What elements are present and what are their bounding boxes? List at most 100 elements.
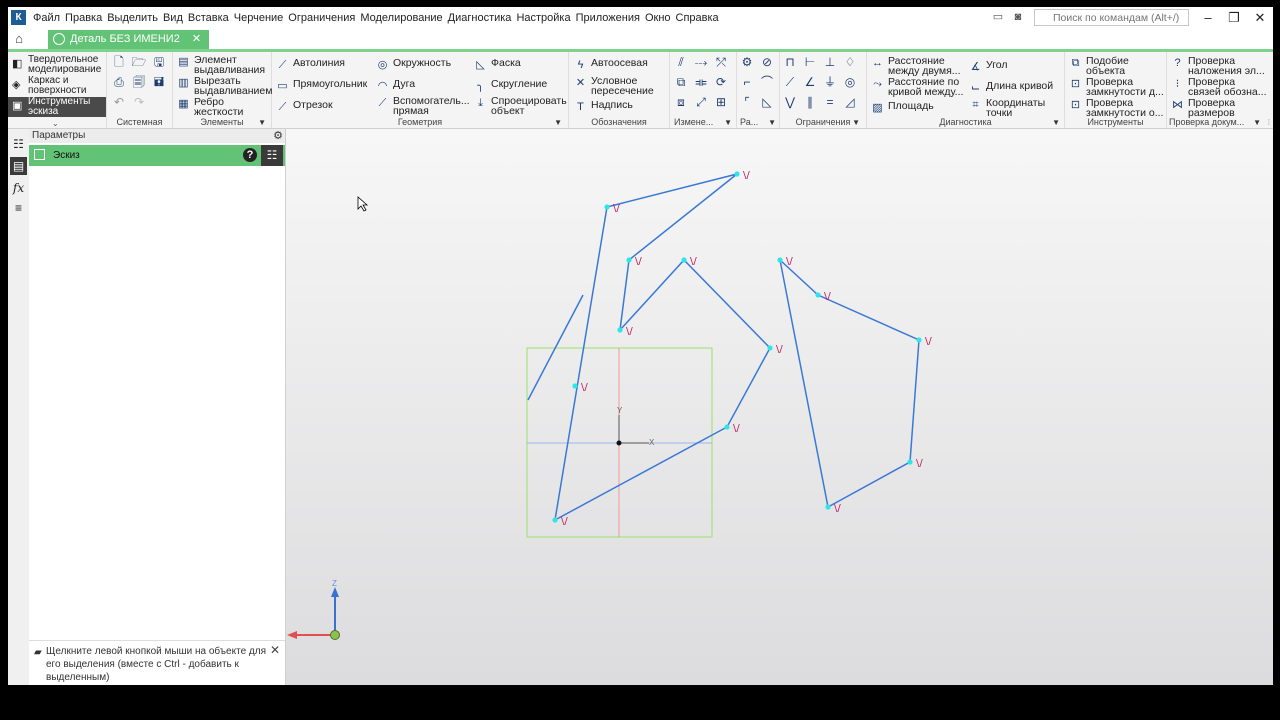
group-dropdown-icon[interactable]: ▼ xyxy=(258,118,266,127)
sketch-row[interactable]: Эскиз ? ☷ xyxy=(29,145,285,166)
circle-button[interactable]: ◎ Окружность xyxy=(376,58,451,72)
command-search-input[interactable] xyxy=(1034,9,1189,26)
rotate-icon[interactable]: ⟳ xyxy=(713,74,729,90)
tab-document[interactable]: Деталь БЕЗ ИМЕНИ2 ✕ xyxy=(48,30,210,49)
screenshot-icon[interactable]: ◙ xyxy=(1010,10,1026,24)
corner-icon[interactable]: ⌐ xyxy=(739,74,755,90)
construction-line-button[interactable]: ⟋ Вспомогатель... прямая xyxy=(376,96,470,116)
menu-item[interactable]: Диагностика xyxy=(448,7,517,29)
group-dropdown-icon[interactable]: ▼ xyxy=(768,118,776,127)
arc-button[interactable]: ◠ Дуга xyxy=(376,79,415,93)
angle-button[interactable]: ∡ Угол xyxy=(969,60,1008,74)
sketch-vertex-point[interactable] xyxy=(907,459,913,465)
new-file-icon[interactable]: 🗋 xyxy=(111,54,127,70)
curve-distance-button[interactable]: ⤳ Расстояние по кривой между... xyxy=(871,77,963,97)
chamfer-button[interactable]: ◺ Фаска xyxy=(474,58,520,72)
area-button[interactable]: ▨ Площадь xyxy=(871,101,933,115)
angle-icon[interactable]: ⌜ xyxy=(739,94,755,110)
sketch-vertex-point[interactable] xyxy=(681,257,687,263)
mode-wireframe-surfaces[interactable]: ◈ Каркас и поверхности xyxy=(8,76,106,96)
extrude-button[interactable]: ▤ Элемент выдавливания xyxy=(177,55,265,75)
sketch-vertex-point[interactable] xyxy=(777,257,783,263)
mirror-icon[interactable]: ⟚ xyxy=(693,74,709,90)
sketch-vertex-point[interactable] xyxy=(572,383,578,389)
sketch-vertex-point[interactable] xyxy=(617,327,623,333)
horizontal-icon[interactable]: ⊢ xyxy=(802,54,818,70)
group-dropdown-icon[interactable]: ▼ xyxy=(1052,118,1060,127)
sketch-vertex-point[interactable] xyxy=(552,517,558,523)
slope-icon[interactable]: ⟋ xyxy=(782,74,798,90)
object-similarity-button[interactable]: ⧉ Подобие объекта xyxy=(1069,56,1129,76)
conditional-intersection-button[interactable]: ✕ Условное пересечение xyxy=(574,76,654,96)
preview-icon[interactable]: 🗐 xyxy=(131,74,147,90)
sketch-vertex-point[interactable] xyxy=(767,345,773,351)
tab-close-icon[interactable]: ✕ xyxy=(192,33,201,45)
copy-icon[interactable]: ⧈ xyxy=(673,94,689,110)
menu-item[interactable]: Приложения xyxy=(576,7,645,29)
menu-item[interactable]: Черчение xyxy=(234,7,289,29)
restore-button[interactable]: ❐ xyxy=(1224,9,1244,27)
save-all-icon[interactable]: 🖬 xyxy=(151,74,167,90)
cut-extrude-button[interactable]: ▥ Вырезать выдавливанием xyxy=(177,76,272,96)
rib-button[interactable]: ▦ Ребро жесткости xyxy=(177,97,243,117)
print-icon[interactable]: ⎙ xyxy=(111,74,127,90)
menu-item[interactable]: Ограничения xyxy=(288,7,360,29)
group-dropdown-icon[interactable]: ▼ xyxy=(554,118,562,127)
curve-length-button[interactable]: ⌙ Длина кривой xyxy=(969,81,1053,95)
project-object-button[interactable]: ⤓ Спроецировать объект xyxy=(474,96,567,116)
undo-icon[interactable]: ↶ xyxy=(111,94,127,110)
trim-icon[interactable]: ⫽ xyxy=(673,54,689,70)
sketch-vertex-point[interactable] xyxy=(724,424,730,430)
menu-item[interactable]: Окно xyxy=(645,7,676,29)
save-icon[interactable]: 🖫 xyxy=(151,54,167,70)
menu-item[interactable]: Вставка xyxy=(188,7,234,29)
rectangle-button[interactable]: ▭ Прямоугольник xyxy=(276,79,367,93)
distance-two-objects-button[interactable]: ↔ Расстояние между двумя... xyxy=(871,56,961,76)
closure-check-1-button[interactable]: ⊡ Проверка замкнутости д... xyxy=(1069,77,1164,97)
sketch-vertex-point[interactable] xyxy=(626,257,632,263)
expand-modes-icon[interactable]: ⌄ xyxy=(52,119,59,128)
sketch-contour[interactable] xyxy=(554,173,771,522)
break-icon[interactable]: ⤱ xyxy=(713,54,729,70)
menu-item[interactable]: Выделить xyxy=(107,7,163,29)
sketch-viewport[interactable]: Y X \/ \/ \/ \/ \/ \/ \/ \/ \/ \/ \/ \/ \/ \/ Z xyxy=(286,129,1273,685)
group-dropdown-icon[interactable]: ▼ xyxy=(724,118,732,127)
extend-icon[interactable]: ⤏ xyxy=(693,54,709,70)
redo-icon[interactable]: ↷ xyxy=(131,94,147,110)
fillet-button[interactable]: ╮ Скругление xyxy=(474,79,547,93)
menu-item[interactable]: Файл xyxy=(33,7,65,29)
help-icon[interactable]: ? xyxy=(243,148,257,162)
close-button[interactable]: ✕ xyxy=(1250,9,1270,27)
menu-item[interactable]: Моделирование xyxy=(360,7,447,29)
sketch-vertex-point[interactable] xyxy=(734,171,740,177)
autoline-button[interactable]: ⟋ Автолиния xyxy=(276,58,345,72)
lines-icon[interactable]: ⚙ xyxy=(739,54,755,70)
open-folder-icon[interactable]: 🗁 xyxy=(131,54,147,70)
array-icon[interactable]: ⊞ xyxy=(713,94,729,110)
fix-point-icon[interactable]: ⊓ xyxy=(782,54,798,70)
anchor-icon[interactable]: ⏚ xyxy=(822,74,838,90)
sketch-vertex-point[interactable] xyxy=(604,204,610,210)
menu-item[interactable]: Правка xyxy=(65,7,107,29)
minimize-button[interactable]: – xyxy=(1198,9,1218,27)
vertical-pair-icon[interactable]: ⋁ xyxy=(782,94,798,110)
overlap-check-button[interactable]: ? Проверка наложения эл... xyxy=(1171,56,1264,76)
sketch-vertex-point[interactable] xyxy=(815,292,821,298)
links-check-button[interactable]: ⁝ Проверка связей обозна... xyxy=(1171,77,1267,97)
concentric-icon[interactable]: ◎ xyxy=(842,74,858,90)
model-tree-icon[interactable]: ☷ xyxy=(10,135,27,153)
triangle-icon[interactable]: ◺ xyxy=(759,94,775,110)
equal-icon[interactable]: = xyxy=(822,94,838,110)
move-icon[interactable]: ⧉ xyxy=(673,74,689,90)
text-label-button[interactable]: T Надпись xyxy=(574,100,633,114)
perpendicular-icon[interactable]: ⊥ xyxy=(822,54,838,70)
parameters-icon[interactable]: ▤ xyxy=(10,157,27,175)
arc-corner-icon[interactable]: ⌒ xyxy=(759,74,775,90)
home-icon[interactable]: ⌂ xyxy=(10,30,28,48)
sketch-vertex-point[interactable] xyxy=(916,337,922,343)
sketch-canvas[interactable]: Y X \/ \/ \/ \/ \/ \/ \/ \/ \/ \/ \/ \/ \/ \/ Z xyxy=(286,129,1273,685)
variables-fx-icon[interactable]: fx xyxy=(10,179,27,197)
menu-item[interactable]: Вид xyxy=(163,7,188,29)
auto-axis-button[interactable]: ϟ Автоосевая xyxy=(574,58,648,72)
point-coordinates-button[interactable]: ⌗ Координаты точки xyxy=(969,98,1045,118)
